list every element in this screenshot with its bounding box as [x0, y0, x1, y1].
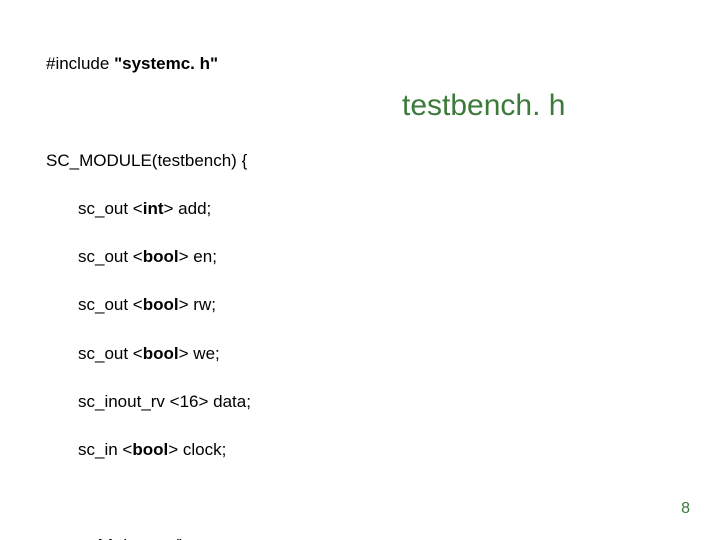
blank-line	[46, 100, 393, 124]
module-decl: SC_MODULE(testbench) {	[46, 149, 393, 173]
port-add: sc_out <int> add;	[78, 197, 393, 221]
code-block: #include "systemc. h" SC_MODULE(testbenc…	[46, 28, 393, 540]
port-we: sc_out <bool> we;	[78, 342, 393, 366]
page-number: 8	[681, 500, 690, 518]
filename-title: testbench. h	[402, 89, 565, 123]
include-line: #include "systemc. h"	[46, 52, 393, 76]
do-test-decl: void do_test();	[78, 534, 393, 540]
port-rw: sc_out <bool> rw;	[78, 293, 393, 317]
blank-line	[46, 486, 393, 510]
port-data: sc_inout_rv <16> data;	[78, 390, 393, 414]
port-en: sc_out <bool> en;	[78, 245, 393, 269]
slide: #include "systemc. h" SC_MODULE(testbenc…	[0, 0, 720, 540]
port-clock: sc_in <bool> clock;	[78, 438, 393, 462]
